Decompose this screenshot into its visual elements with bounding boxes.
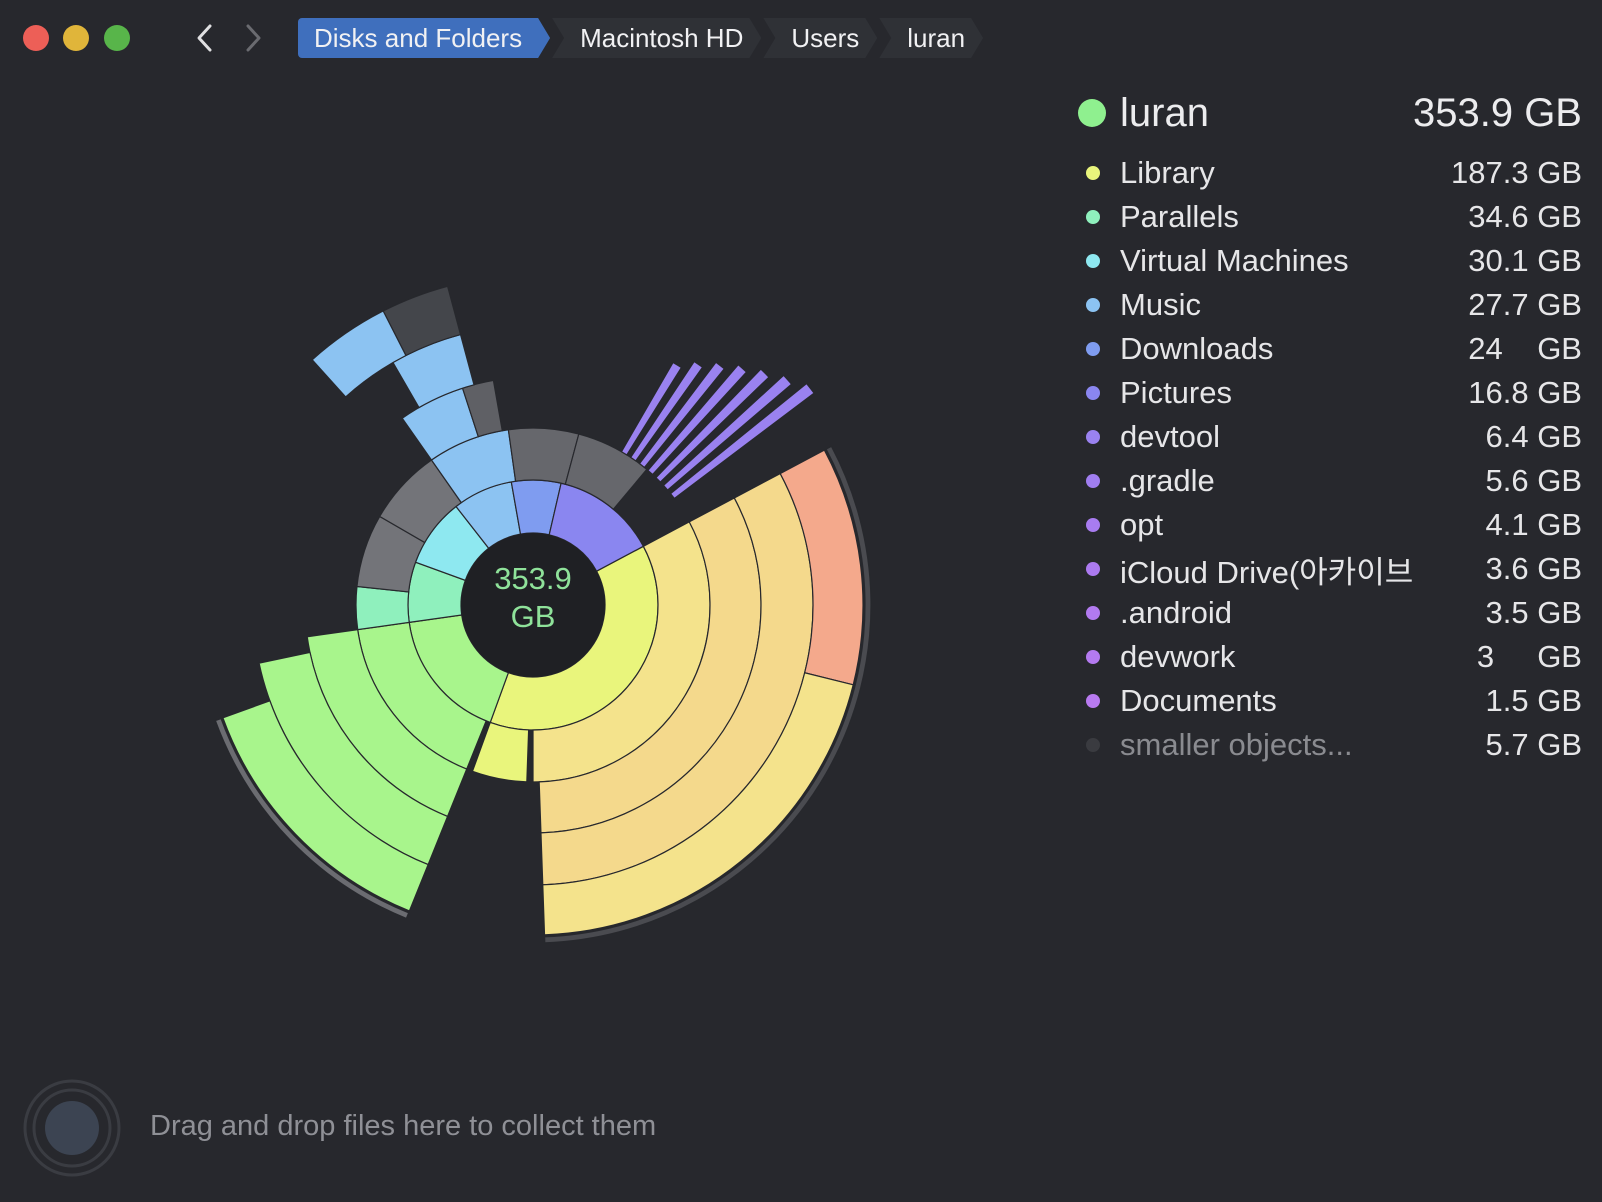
legend-color-dot (1086, 694, 1100, 708)
legend-color-dot (1086, 606, 1100, 620)
legend-item[interactable]: devwork 3 GB (1078, 635, 1582, 679)
legend-color-dot (1086, 254, 1100, 268)
legend-item[interactable]: iCloud Drive(아카이브 3.6 GB (1078, 547, 1582, 591)
legend-item-name: opt (1120, 507, 1164, 542)
legend-item-size: 27.7 GB (1468, 287, 1582, 322)
legend-item[interactable]: Pictures 16.8 GB (1078, 371, 1582, 415)
legend-root-row[interactable]: luran 353.9 GB (1078, 85, 1582, 141)
legend-item-name: Pictures (1120, 375, 1232, 410)
legend-item[interactable]: .gradle 5.6 GB (1078, 459, 1582, 503)
legend-list: Library 187.3 GB Parallels 34.6 GB Virtual M… (1078, 151, 1582, 767)
legend-item-name: iCloud Drive(아카이브 (1120, 554, 1412, 590)
legend-color-dot (1086, 650, 1100, 664)
legend-item-name: devtool (1120, 419, 1220, 454)
legend-color-dot (1086, 474, 1100, 488)
legend-color-dot (1086, 386, 1100, 400)
legend-item[interactable]: smaller objects... 5.7 GB (1078, 723, 1582, 767)
legend-item[interactable]: Parallels 34.6 GB (1078, 195, 1582, 239)
root-folder-name: luran (1120, 90, 1209, 135)
sunburst-segment[interactable] (355, 585, 410, 631)
legend-item-size: 5.7 GB (1485, 727, 1583, 762)
legend-color-dot (1086, 342, 1100, 356)
legend-item-size: 30.1 GB (1468, 243, 1582, 278)
legend-item[interactable]: .android 3.5 GB (1078, 591, 1582, 635)
folder-legend: luran 353.9 GB Library 187.3 GB Parallels 3… (1078, 85, 1582, 767)
legend-item[interactable]: Library 187.3 GB (1078, 151, 1582, 195)
legend-item-name: Downloads (1120, 331, 1274, 366)
drop-shelf-icon[interactable] (22, 1078, 122, 1178)
legend-item-name: Documents (1120, 683, 1277, 718)
legend-item[interactable]: Documents 1.5 GB (1078, 679, 1582, 723)
legend-item-name: smaller objects... (1120, 727, 1353, 762)
sunburst-center-label: 353.9 GB (473, 560, 593, 636)
legend-item-size: 24 GB (1468, 331, 1582, 366)
legend-item[interactable]: devtool 6.4 GB (1078, 415, 1582, 459)
legend-item-size: 187.3 GB (1451, 155, 1582, 190)
legend-item-size: 3.6 GB (1485, 551, 1583, 586)
legend-item-size: 3 GB (1476, 639, 1582, 674)
legend-item-name: Virtual Machines (1120, 243, 1349, 278)
legend-item[interactable]: opt 4.1 GB (1078, 503, 1582, 547)
legend-item-name: devwork (1120, 639, 1236, 674)
legend-item[interactable]: Virtual Machines 30.1 GB (1078, 239, 1582, 283)
legend-color-dot (1086, 210, 1100, 224)
legend-color-dot (1086, 518, 1100, 532)
legend-item[interactable]: Downloads 24 GB (1078, 327, 1582, 371)
legend-item-name: Parallels (1120, 199, 1239, 234)
legend-item-name: .android (1120, 595, 1233, 630)
legend-item-size: 3.5 GB (1485, 595, 1583, 630)
legend-color-dot (1086, 738, 1100, 752)
legend-item-size: 4.1 GB (1485, 507, 1583, 542)
legend-color-dot (1086, 562, 1100, 576)
legend-item-size: 34.6 GB (1468, 199, 1582, 234)
legend-item-size: 6.4 GB (1485, 419, 1583, 454)
legend-item-name: .gradle (1120, 463, 1215, 498)
center-value: 353.9 (494, 561, 572, 596)
root-color-dot (1078, 99, 1106, 127)
legend-color-dot (1086, 166, 1100, 180)
drop-zone-hint: Drag and drop files here to collect them (150, 1110, 657, 1142)
center-unit: GB (510, 599, 556, 634)
app-window: Disks and Folders Macintosh HD Users lur… (0, 0, 1602, 1202)
legend-item-size: 5.6 GB (1485, 463, 1583, 498)
legend-color-dot (1086, 430, 1100, 444)
legend-item-name: Music (1120, 287, 1201, 322)
legend-color-dot (1086, 298, 1100, 312)
legend-item-name: Library (1120, 155, 1215, 190)
legend-item[interactable]: Music 27.7 GB (1078, 283, 1582, 327)
legend-item-size: 16.8 GB (1468, 375, 1582, 410)
sunburst-chart[interactable] (0, 0, 1000, 1050)
legend-item-size: 1.5 GB (1485, 683, 1583, 718)
root-folder-size: 353.9 GB (1412, 90, 1582, 135)
